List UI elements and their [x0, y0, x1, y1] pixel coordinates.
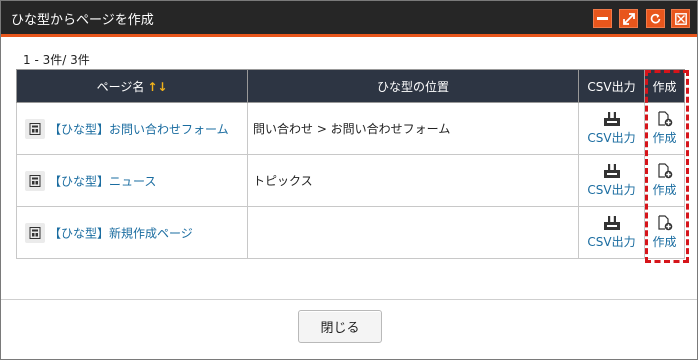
- download-tray-icon: [603, 112, 620, 126]
- template-location-cell: 問い合わせ > お問い合わせフォーム: [247, 102, 579, 155]
- template-location-cell: トピックス: [247, 154, 579, 207]
- page-name-cell: 【ひな型】新規作成ページ: [16, 206, 248, 259]
- sort-arrows-icon[interactable]: ↑↓: [147, 80, 167, 94]
- close-icon: [674, 12, 687, 25]
- page-type-icon: [25, 118, 45, 139]
- page-name-link[interactable]: 【ひな型】新規作成ページ: [49, 226, 193, 240]
- template-location-cell: [247, 206, 579, 259]
- page-name-cell: 【ひな型】ニュース: [16, 154, 248, 207]
- minimize-button[interactable]: [593, 9, 612, 28]
- csv-output-button[interactable]: CSV出力: [578, 154, 645, 207]
- footer-divider: [1, 299, 697, 300]
- maximize-button[interactable]: [619, 9, 638, 28]
- dialog-title: ひな型からページを作成: [11, 13, 154, 28]
- table-header-row: ページ名 ↑↓ ひな型の位置 CSV出力 作成: [16, 69, 685, 103]
- csv-output-label: CSV出力: [587, 235, 636, 249]
- refresh-button[interactable]: [646, 9, 665, 28]
- template-dialog: ひな型からページを作成 1 - 3件/ 3件 ページ名 ↑↓ ひな型の位置 CSV…: [0, 0, 698, 360]
- download-tray-icon: [603, 164, 620, 178]
- close-button[interactable]: 閉じる: [298, 310, 382, 343]
- result-count: 1 - 3件/ 3件: [23, 53, 90, 67]
- page-type-icon: [25, 170, 45, 191]
- csv-output-label: CSV出力: [587, 131, 636, 145]
- csv-output-button[interactable]: CSV出力: [578, 206, 645, 259]
- page-name-header-label: ページ名: [96, 79, 145, 94]
- close-window-button[interactable]: [671, 9, 690, 28]
- column-header-csv-output: CSV出力: [578, 69, 645, 103]
- page-name-cell: 【ひな型】お問い合わせフォーム: [16, 102, 248, 155]
- expand-icon: [622, 12, 635, 25]
- table-row: 【ひな型】お問い合わせフォーム 問い合わせ > お問い合わせフォーム CSV出力…: [16, 102, 685, 155]
- refresh-icon: [650, 13, 661, 24]
- csv-output-label: CSV出力: [587, 183, 636, 197]
- column-header-page-name[interactable]: ページ名 ↑↓: [16, 69, 248, 103]
- create-column-highlight: [645, 70, 689, 263]
- table-row: 【ひな型】新規作成ページ CSV出力 作成: [16, 206, 685, 259]
- page-name-link[interactable]: 【ひな型】ニュース: [49, 174, 156, 188]
- download-tray-icon: [603, 216, 620, 230]
- title-bar: ひな型からページを作成: [1, 1, 697, 37]
- minimize-icon: [597, 17, 608, 20]
- page-type-icon: [25, 222, 45, 243]
- template-table: ページ名 ↑↓ ひな型の位置 CSV出力 作成 【ひな型】お問い合わせフォーム 問…: [16, 69, 685, 259]
- page-name-link[interactable]: 【ひな型】お問い合わせフォーム: [49, 122, 229, 136]
- table-row: 【ひな型】ニュース トピックス CSV出力 作成: [16, 154, 685, 207]
- column-header-template-location: ひな型の位置: [247, 69, 579, 103]
- csv-output-button[interactable]: CSV出力: [578, 102, 645, 155]
